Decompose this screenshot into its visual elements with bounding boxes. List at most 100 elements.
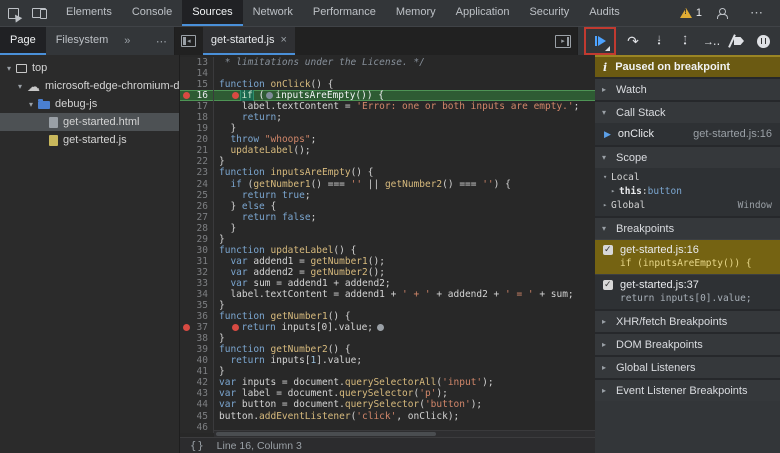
gutter-line-41[interactable]: 41 (180, 366, 214, 377)
code-line-26[interactable]: 26 } else { (180, 201, 595, 212)
close-tab-icon[interactable]: × (280, 34, 286, 46)
tab-overflow-chevron-icon[interactable]: » (118, 27, 136, 55)
code-line-28[interactable]: 28 } (180, 223, 595, 234)
code-line-22[interactable]: 22} (180, 156, 595, 167)
call-stack-frame-onClick[interactable]: ▶onClickget-started.js:16 (595, 123, 780, 145)
code-line-16[interactable]: 16 if (inputsAreEmpty()) { (180, 90, 595, 101)
code-line-29[interactable]: 29} (180, 234, 595, 245)
gutter-line-25[interactable]: 25 (180, 190, 214, 201)
section-header[interactable]: ▾Scope (595, 147, 780, 168)
code-line-23[interactable]: 23function inputsAreEmpty() { (180, 167, 595, 178)
gutter-line-31[interactable]: 31 (180, 256, 214, 267)
code-line-36[interactable]: 36function getNumber1() { (180, 311, 595, 322)
gutter-line-44[interactable]: 44 (180, 399, 214, 410)
checkbox-checked-icon[interactable] (603, 245, 613, 255)
panel-tab-audits[interactable]: Audits (579, 0, 630, 26)
section-header[interactable]: ▸Global Listeners (595, 357, 780, 378)
breakpoint-icon[interactable] (183, 324, 190, 331)
gutter-line-35[interactable]: 35 (180, 300, 214, 311)
breakpoint-candidate-icon[interactable] (266, 92, 273, 99)
gutter-line-37[interactable]: 37 (180, 322, 214, 333)
code-line-38[interactable]: 38} (180, 333, 595, 344)
navigator-tab-page[interactable]: Page (0, 27, 46, 55)
gutter-line-17[interactable]: 17 (180, 101, 214, 112)
code-line-39[interactable]: 39function getNumber2() { (180, 344, 595, 355)
panel-tab-memory[interactable]: Memory (386, 0, 446, 26)
section-header[interactable]: ▾Call Stack (595, 102, 780, 123)
device-emulation-icon[interactable] (26, 0, 52, 26)
section-header[interactable]: ▸Event Listener Breakpoints (595, 380, 780, 401)
gutter-line-19[interactable]: 19 (180, 123, 214, 134)
tree-item-microsoft-edge-chromium-devto[interactable]: ▾☁microsoft-edge-chromium-devto (0, 77, 179, 95)
panel-tab-security[interactable]: Security (519, 0, 579, 26)
panel-tab-elements[interactable]: Elements (56, 0, 122, 26)
code-line-41[interactable]: 41} (180, 366, 595, 377)
tree-item-top[interactable]: ▾top (0, 59, 179, 77)
scope-group-global[interactable]: ▸GlobalWindow (595, 198, 780, 212)
tree-item-get-started.html[interactable]: get-started.html (0, 113, 179, 131)
code-line-20[interactable]: 20 throw "whoops"; (180, 134, 595, 145)
gutter-line-28[interactable]: 28 (180, 223, 214, 234)
tree-item-get-started.js[interactable]: get-started.js (0, 131, 179, 149)
step-into-icon[interactable]: ↓• (648, 30, 670, 52)
horizontal-scrollbar[interactable] (214, 430, 595, 437)
code-line-15[interactable]: 15function onClick() { (180, 79, 595, 90)
code-line-32[interactable]: 32 var addend2 = getNumber2(); (180, 267, 595, 278)
gutter-line-45[interactable]: 45 (180, 411, 214, 422)
code-line-45[interactable]: 45button.addEventListener('click', onCli… (180, 411, 595, 422)
gutter-line-30[interactable]: 30 (180, 245, 214, 256)
code-line-30[interactable]: 30function updateLabel() { (180, 245, 595, 256)
gutter-line-43[interactable]: 43 (180, 388, 214, 399)
code-line-33[interactable]: 33 var sum = addend1 + addend2; (180, 278, 595, 289)
gutter-line-22[interactable]: 22 (180, 156, 214, 167)
code-line-17[interactable]: 17 label.textContent = 'Error: one or bo… (180, 101, 595, 112)
gutter-line-24[interactable]: 24 (180, 179, 214, 190)
code-line-19[interactable]: 19 } (180, 123, 595, 134)
section-header[interactable]: ▸Watch (595, 79, 780, 100)
panel-tab-console[interactable]: Console (122, 0, 182, 26)
breakpoint-entry-get-started.js:37[interactable]: get-started.js:37return inputs[0].value; (595, 274, 780, 309)
checkbox-checked-icon[interactable] (603, 280, 613, 290)
gutter-line-36[interactable]: 36 (180, 311, 214, 322)
resume-script-icon[interactable] (589, 30, 611, 52)
panel-tab-sources[interactable]: Sources (182, 0, 242, 26)
pause-on-exceptions-icon[interactable] (752, 30, 774, 52)
gutter-line-15[interactable]: 15 (180, 79, 214, 90)
inline-breakpoint-icon[interactable] (232, 324, 239, 331)
code-editor[interactable]: 13 * limitations under the License. */14… (180, 55, 595, 437)
expand-arrow-icon[interactable]: ▾ (26, 100, 36, 109)
feedback-icon[interactable] (710, 8, 736, 19)
pretty-print-icon[interactable]: {} (190, 440, 205, 452)
gutter-line-32[interactable]: 32 (180, 267, 214, 278)
expand-arrow-icon[interactable]: ▾ (15, 82, 25, 91)
scope-property-this[interactable]: ▸this: button (595, 184, 780, 198)
scope-group-local[interactable]: ▾Local (595, 170, 780, 184)
code-line-24[interactable]: 24 if (getNumber1() === '' || getNumber2… (180, 179, 595, 190)
more-menu-icon[interactable]: ⋯ (744, 5, 770, 21)
breakpoint-icon[interactable] (183, 92, 190, 99)
step-over-icon[interactable]: ↷ (622, 30, 644, 52)
gutter-line-21[interactable]: 21 (180, 145, 214, 156)
breakpoint-entry-get-started.js:16[interactable]: get-started.js:16if (inputsAreEmpty()) { (595, 239, 780, 274)
section-header[interactable]: ▸DOM Breakpoints (595, 334, 780, 355)
deactivate-breakpoints-icon[interactable] (726, 30, 748, 52)
section-header[interactable]: ▸XHR/fetch Breakpoints (595, 311, 780, 332)
code-line-37[interactable]: 37 return inputs[0].value; (180, 322, 595, 333)
section-header[interactable]: ▾Breakpoints (595, 218, 780, 239)
navigator-tab-filesystem[interactable]: Filesystem (46, 27, 119, 55)
navigator-toggle-icon[interactable]: ◂ (175, 27, 203, 55)
code-line-35[interactable]: 35} (180, 300, 595, 311)
code-line-27[interactable]: 27 return false; (180, 212, 595, 223)
gutter-line-29[interactable]: 29 (180, 234, 214, 245)
code-line-34[interactable]: 34 label.textContent = addend1 + ' + ' +… (180, 289, 595, 300)
inspect-icon[interactable] (0, 0, 26, 26)
breakpoint-candidate-icon[interactable] (377, 324, 384, 331)
gutter-line-38[interactable]: 38 (180, 333, 214, 344)
code-line-18[interactable]: 18 return; (180, 112, 595, 123)
code-line-21[interactable]: 21 updateLabel(); (180, 145, 595, 156)
gutter-line-39[interactable]: 39 (180, 344, 214, 355)
issues-warning-badge[interactable]: 1 (680, 7, 702, 19)
gutter-line-20[interactable]: 20 (180, 134, 214, 145)
inline-breakpoint-icon[interactable] (232, 92, 239, 99)
code-line-40[interactable]: 40 return inputs[1].value; (180, 355, 595, 366)
